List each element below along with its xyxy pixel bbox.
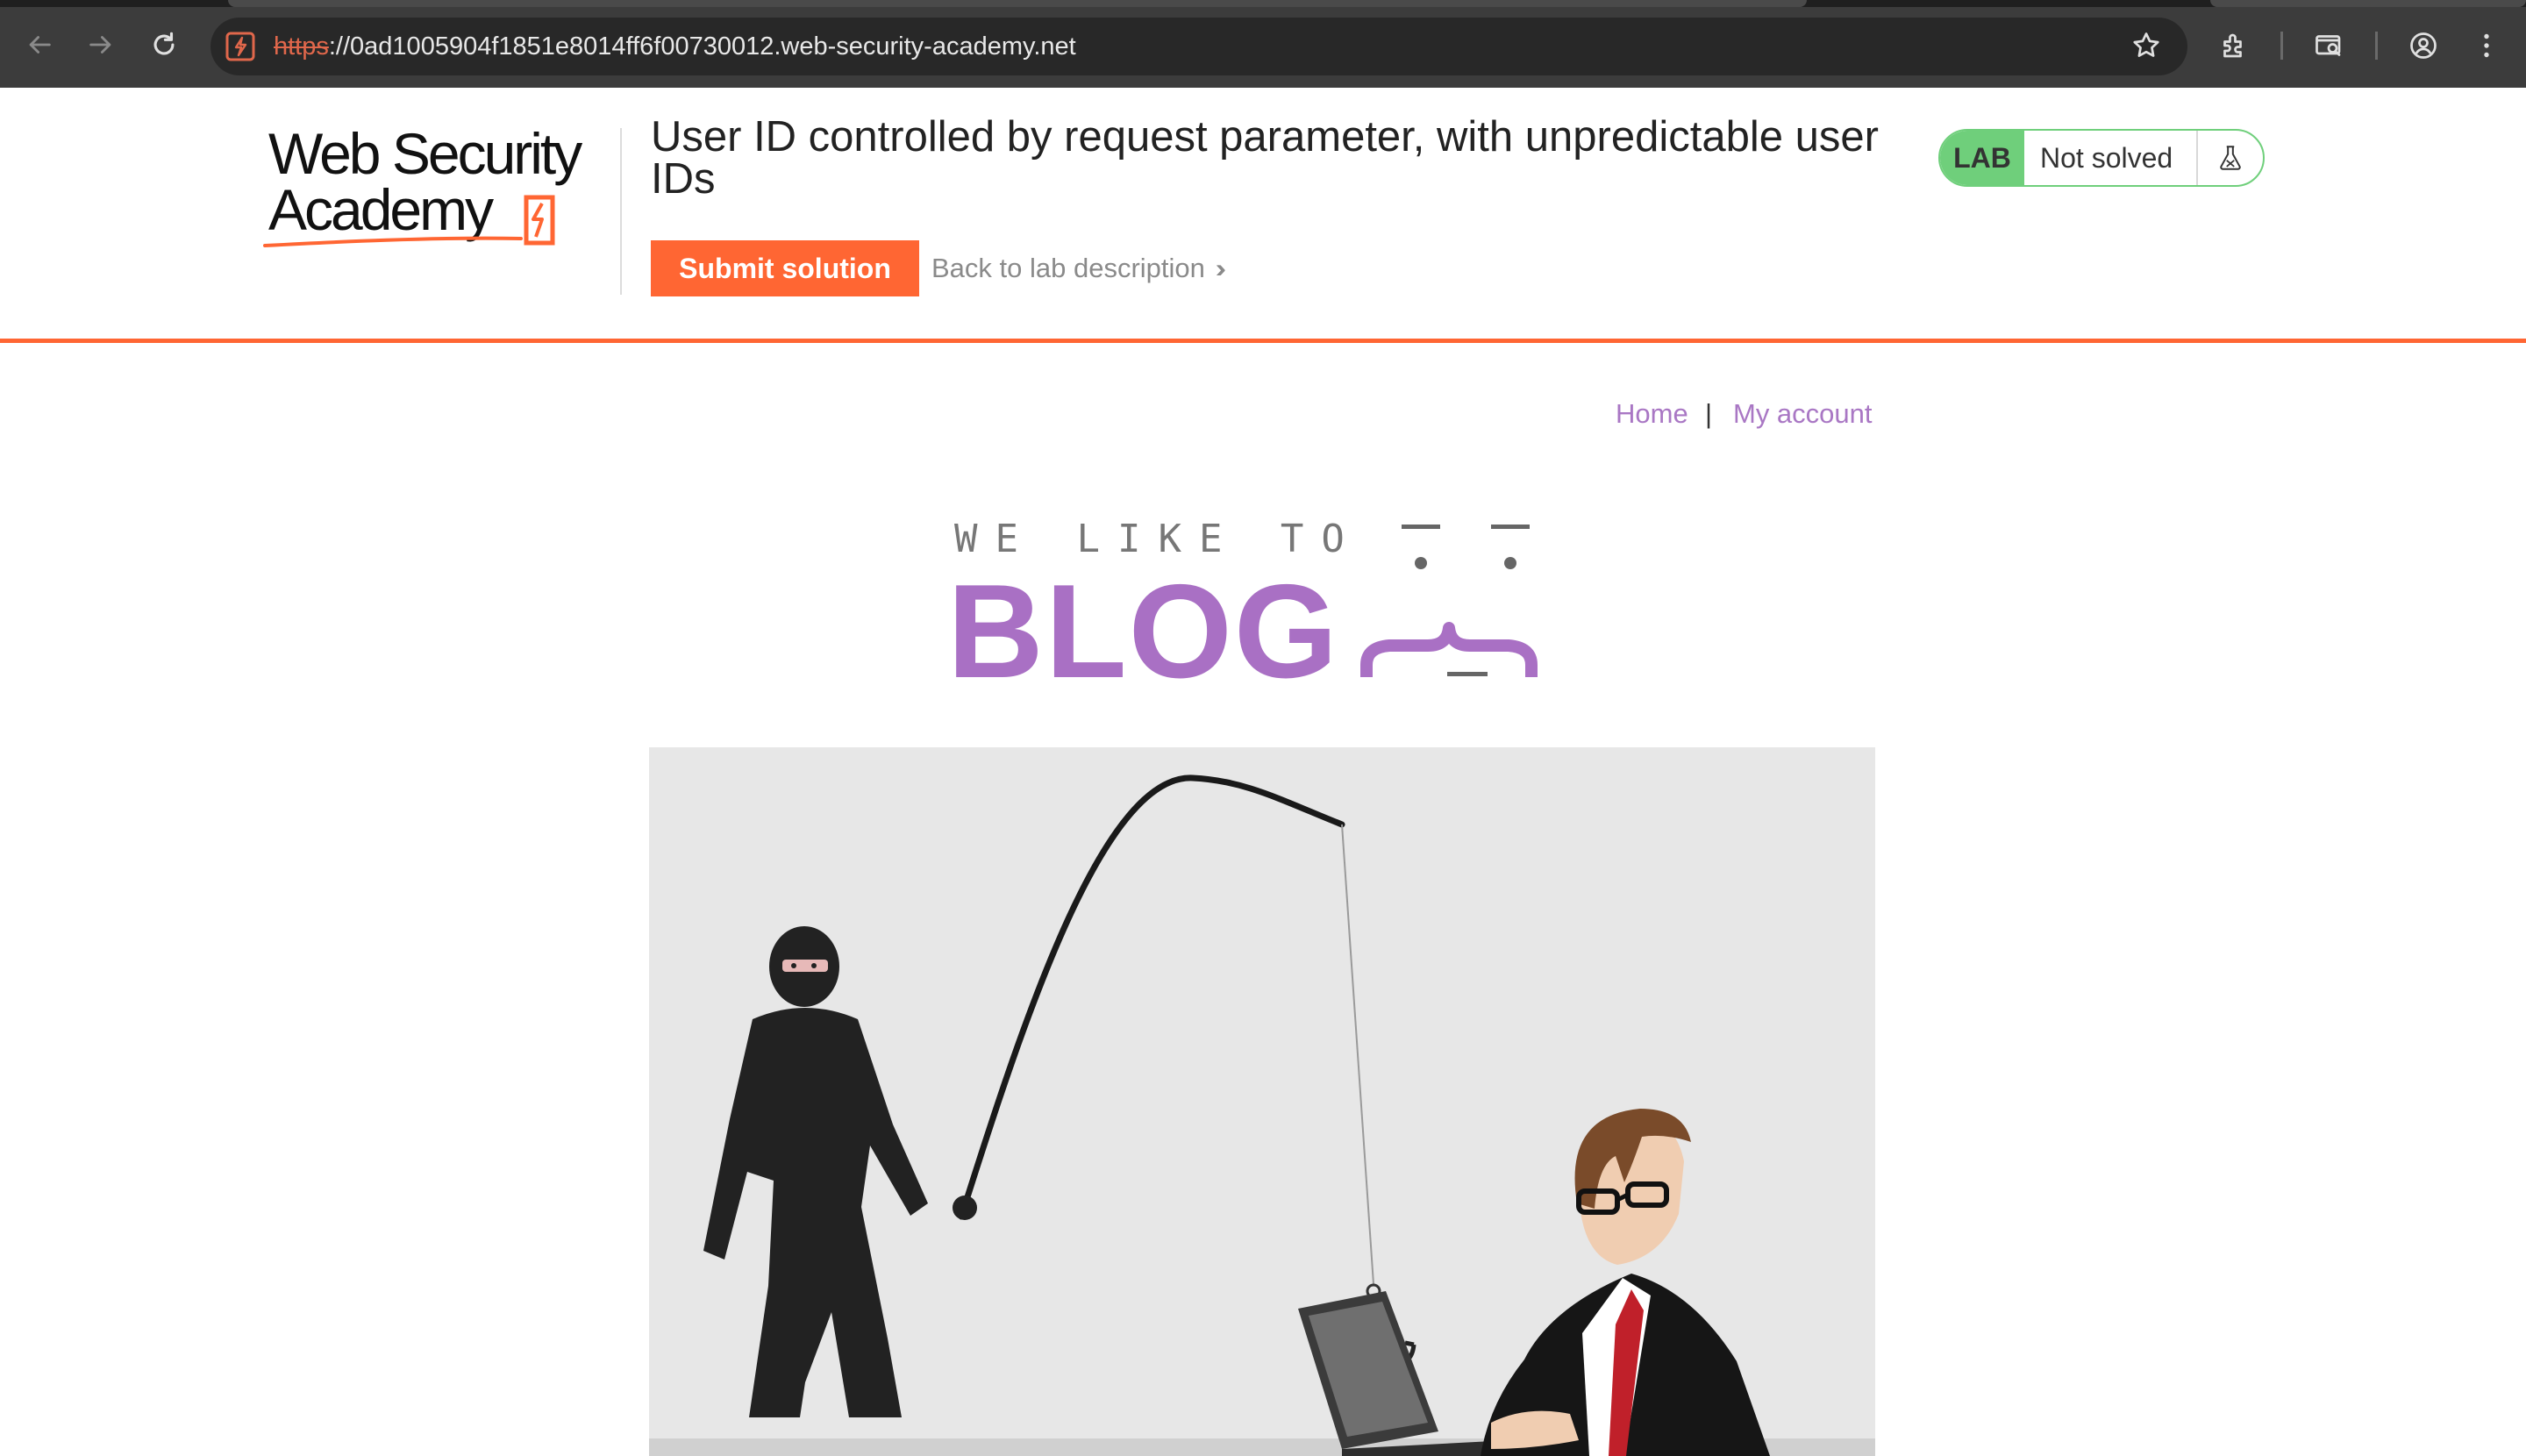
- blog-hero-image: [649, 747, 1875, 1456]
- blog-title: BLOG: [947, 557, 1340, 706]
- nav-separator: |: [1705, 398, 1713, 429]
- flask-icon: [2196, 131, 2263, 185]
- logo-divider: [620, 128, 622, 295]
- submit-solution-button[interactable]: Submit solution: [651, 240, 919, 296]
- lab-badge: LAB: [1940, 131, 2024, 185]
- lab-status-text: Not solved: [2040, 141, 2173, 174]
- double-chevron-right-icon: ››: [1215, 254, 1226, 283]
- nav-home-link[interactable]: Home: [1616, 396, 1688, 432]
- back-link-label: Back to lab description: [931, 253, 1205, 283]
- inactive-tab[interactable]: [2210, 0, 2526, 7]
- web-security-academy-logo[interactable]: Web Security Academy: [261, 121, 621, 254]
- blog-tagline: WE LIKE TO: [954, 517, 1362, 561]
- header-divider: [0, 339, 2526, 343]
- svg-text:Academy: Academy: [268, 177, 494, 242]
- active-tab[interactable]: [228, 0, 1807, 7]
- forward-arrow-icon[interactable]: [77, 21, 125, 68]
- browser-toolbar: https://0ad1005904f1851e8014ff6f00730012…: [0, 0, 2526, 88]
- toolbar-separator: [2375, 32, 2378, 60]
- tab-search-icon[interactable]: [2307, 24, 2351, 68]
- phishing-illustration: [649, 747, 1875, 1456]
- extensions-icon[interactable]: [2212, 24, 2256, 68]
- blog-face-logo-icon: [1359, 517, 1579, 684]
- lab-status-widget: LAB Not solved: [1938, 129, 2265, 187]
- url-host: ://0ad1005904f1851e8014ff6f00730012.web-…: [328, 32, 1076, 61]
- reload-icon[interactable]: [140, 21, 188, 68]
- site-icon[interactable]: [225, 31, 256, 62]
- url-scheme: https: [274, 32, 329, 61]
- profile-icon[interactable]: [2401, 24, 2445, 68]
- toolbar-separator: [2280, 32, 2283, 60]
- back-to-lab-description-link[interactable]: Back to lab description ››: [931, 251, 1226, 286]
- url-text[interactable]: https://0ad1005904f1851e8014ff6f00730012…: [274, 27, 1076, 66]
- back-arrow-icon[interactable]: [16, 21, 63, 68]
- menu-icon[interactable]: [2465, 24, 2508, 68]
- lab-title: User ID controlled by request parameter,…: [651, 113, 1879, 203]
- nav-my-account-link[interactable]: My account: [1733, 396, 1873, 432]
- bookmark-star-icon[interactable]: [2124, 24, 2168, 68]
